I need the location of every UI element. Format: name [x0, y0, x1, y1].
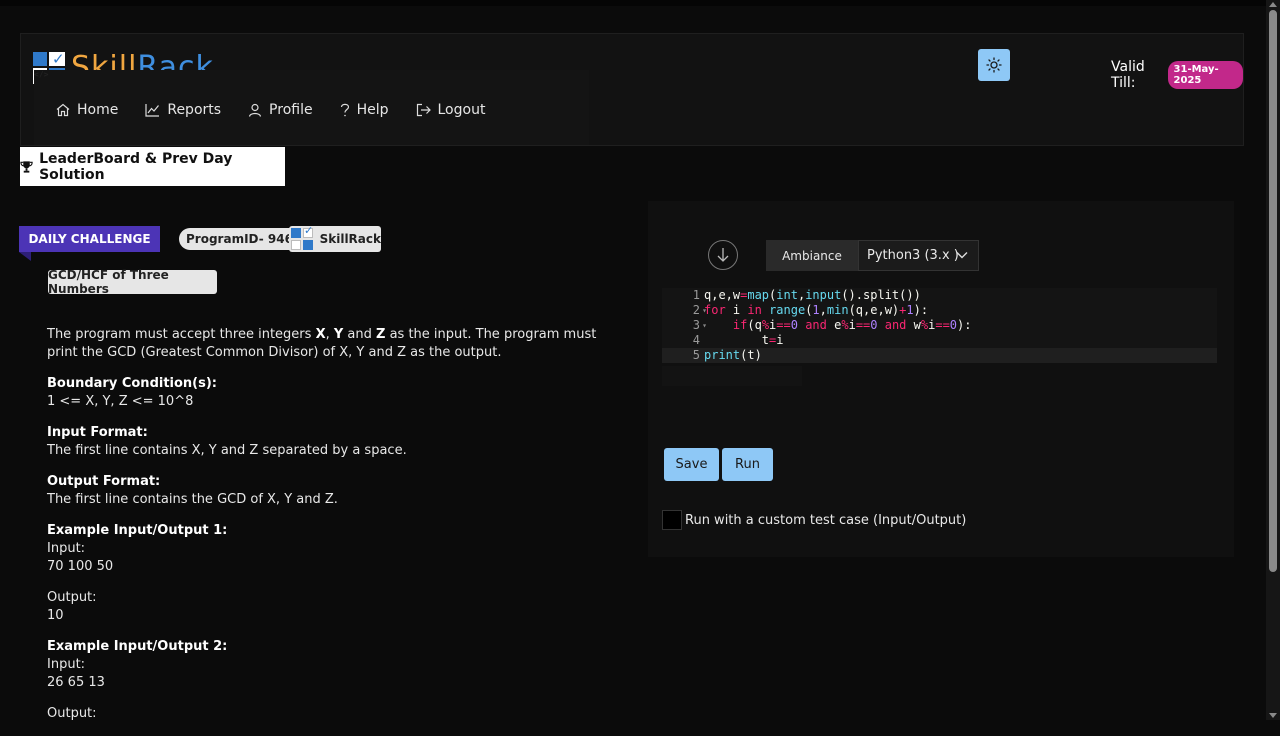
nav-profile[interactable]: Profile	[248, 102, 313, 118]
line-number: 4	[692, 333, 700, 347]
question-icon	[340, 103, 349, 117]
language-select-value: Python3 (3.x )	[867, 248, 959, 263]
problem-title: GCD/HCF of Three Numbers	[48, 268, 217, 296]
logo-mark-icon: ✓ </>	[33, 50, 589, 145]
nav-home-label: Home	[77, 102, 119, 118]
scroll-down-button[interactable]	[708, 240, 738, 270]
skillrack-chip-label: SkillRack	[319, 232, 381, 246]
save-button[interactable]: Save	[664, 448, 719, 481]
chevron-down-icon	[956, 252, 968, 259]
language-select[interactable]: Python3 (3.x )	[858, 240, 979, 271]
nav-logout-label: Logout	[437, 102, 486, 118]
line-number: 5	[692, 348, 700, 362]
input-format-section: Input Format: The first line contains X, …	[47, 425, 407, 458]
chart-line-icon	[145, 104, 160, 117]
window-top-edge	[0, 0, 1266, 6]
run-button[interactable]: Run	[722, 448, 773, 481]
arrow-down-icon	[717, 248, 729, 262]
custom-test-checkbox[interactable]	[662, 510, 682, 530]
main-nav: Home Reports Profile Help Logout	[56, 102, 512, 118]
nav-help[interactable]: Help	[340, 102, 389, 118]
scroll-thumb[interactable]	[1269, 10, 1277, 572]
scroll-up-arrow-icon[interactable]	[1269, 2, 1277, 7]
nav-home[interactable]: Home	[56, 102, 118, 118]
valid-till-label: Valid Till:	[1111, 59, 1145, 91]
line-number: 1	[692, 288, 700, 302]
example-1: Example Input/Output 1: Input: 70 100 50	[47, 523, 228, 574]
editor-theme-select[interactable]: Ambiance	[766, 240, 858, 271]
leaderboard-button[interactable]: LeaderBoard & Prev Day Solution	[20, 147, 285, 186]
nav-reports-label: Reports	[167, 102, 222, 118]
home-icon	[56, 103, 70, 117]
custom-test-label: Run with a custom test case (Input/Outpu…	[685, 512, 967, 528]
fold-arrow-icon[interactable]: ▾	[702, 318, 707, 333]
site-header: ✓ </> SkillRack Valid Till: 31-May-2025 …	[20, 33, 1244, 146]
skillrack-chip: ✓ SkillRack	[289, 224, 381, 252]
code-line-active: 5 print(t)	[662, 348, 1217, 363]
daily-challenge-ribbon: DAILY CHALLENGE	[19, 226, 160, 252]
example-1-output: Output: 10	[47, 590, 97, 623]
fold-arrow-icon[interactable]: ▾	[702, 303, 707, 318]
ribbon-fold	[19, 252, 31, 261]
code-editor[interactable]: 1 q,e,w=map(int,input().split()) 2 ▾ for …	[662, 288, 1217, 363]
skillrack-logo[interactable]: ✓ </> SkillRack	[33, 50, 589, 145]
nav-logout[interactable]: Logout	[416, 102, 486, 118]
line-number: 2 ▾	[692, 303, 707, 317]
skillrack-mini-logo-icon: ✓	[291, 224, 313, 250]
valid-till-badge: 31-May-2025	[1167, 61, 1243, 89]
page-scrollbar[interactable]	[1266, 0, 1280, 720]
trophy-icon	[20, 160, 33, 173]
problem-statement: The program must accept three integers X…	[47, 326, 617, 736]
leaderboard-button-label: LeaderBoard & Prev Day Solution	[39, 150, 233, 183]
scroll-down-arrow-icon[interactable]	[1269, 713, 1277, 718]
boundary-section: Boundary Condition(s): 1 <= X, Y, Z <= 10…	[47, 376, 218, 409]
line-number: 3 ▾	[692, 318, 707, 332]
user-icon	[248, 103, 262, 117]
theme-toggle-button[interactable]	[978, 49, 1010, 81]
custom-test-option[interactable]: Run with a custom test case (Input/Outpu…	[662, 510, 966, 530]
validity-info: Valid Till: 31-May-2025	[1111, 59, 1243, 91]
example-2: Example Input/Output 2: Input: 26 65 13	[47, 639, 228, 690]
editor-ghost-area	[662, 366, 802, 386]
nav-reports[interactable]: Reports	[145, 102, 221, 118]
logout-icon	[416, 103, 431, 117]
problem-description: The program must accept three integers X…	[47, 327, 597, 360]
example-2-output: Output:	[47, 706, 97, 721]
nav-profile-label: Profile	[269, 102, 313, 118]
sun-icon	[986, 57, 1002, 73]
code-line: 2 ▾ for i in range(1,min(q,e,w)+1):	[662, 303, 1217, 318]
code-line: 3 ▾ if(q%i==0 and e%i==0 and w%i==0):	[662, 318, 1217, 333]
output-format-section: Output Format: The first line contains th…	[47, 474, 338, 507]
code-line: 4 t=i	[662, 333, 1217, 348]
code-line: 1 q,e,w=map(int,input().split())	[662, 288, 1217, 303]
nav-help-label: Help	[356, 102, 389, 118]
